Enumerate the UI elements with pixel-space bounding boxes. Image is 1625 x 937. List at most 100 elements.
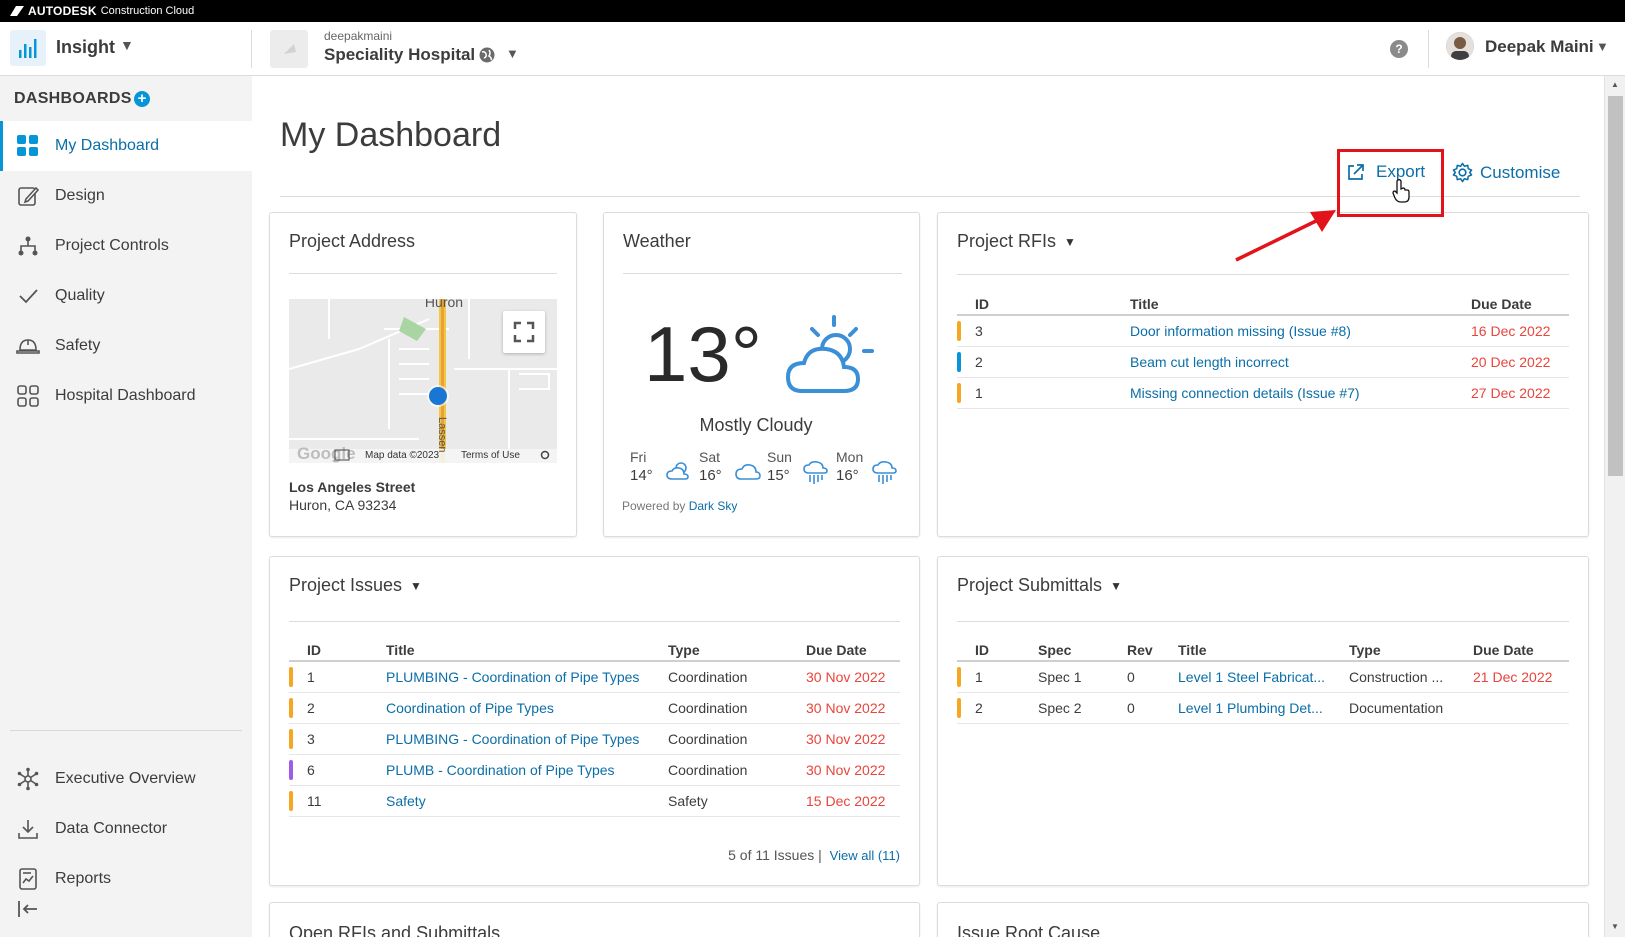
view-all-link[interactable]: View all (11) xyxy=(830,848,900,863)
rfi-title-link[interactable]: Door information missing (Issue #8) xyxy=(1130,315,1471,347)
column-header[interactable]: Title xyxy=(1130,293,1471,316)
card-title: Weather xyxy=(623,231,691,251)
issue-type: Coordination xyxy=(668,754,806,786)
divider xyxy=(10,730,242,731)
chevron-down-icon[interactable]: ▼ xyxy=(120,37,134,53)
sidebar-item-executive-overview[interactable]: Executive Overview xyxy=(0,754,252,804)
table-row[interactable]: 1 PLUMBING - Coordination of Pipe Types … xyxy=(289,661,900,693)
collapse-sidebar-icon[interactable] xyxy=(17,898,39,925)
download-icon xyxy=(16,817,40,841)
column-header[interactable]: Type xyxy=(668,639,806,662)
customise-button[interactable]: Customise xyxy=(1452,162,1560,183)
app-header: Insight ▼ deepakmaini Speciality Hospita… xyxy=(0,22,1625,76)
rfi-due-date: 20 Dec 2022 xyxy=(1471,346,1569,378)
sidebar-item-project-controls[interactable]: Project Controls xyxy=(0,221,252,271)
column-header[interactable]: ID xyxy=(975,293,1130,316)
column-header[interactable]: Spec xyxy=(1038,639,1127,662)
issues-count: 5 of 11 Issues | xyxy=(728,847,822,863)
column-header[interactable]: Due Date xyxy=(1471,293,1569,316)
status-flag xyxy=(957,697,961,718)
issues-title-dropdown[interactable]: Project Issues ▼ xyxy=(289,575,422,596)
scrollbar-thumb[interactable] xyxy=(1608,96,1623,476)
vertical-scrollbar[interactable]: ▲ ▼ xyxy=(1604,76,1625,937)
rain-icon xyxy=(803,461,828,484)
weather-condition: Mostly Cloudy xyxy=(699,415,813,435)
sidebar-item-data-connector[interactable]: Data Connector xyxy=(0,804,252,854)
submittal-rev: 0 xyxy=(1127,661,1178,693)
app-switcher-label[interactable]: Insight xyxy=(56,37,115,58)
user-menu[interactable]: Deepak Maini xyxy=(1485,37,1594,57)
chevron-down-icon[interactable]: ▼ xyxy=(1596,39,1609,54)
rfis-title-dropdown[interactable]: Project RFIs ▼ xyxy=(957,231,1076,252)
sidebar-item-quality[interactable]: Quality xyxy=(0,271,252,321)
table-row[interactable]: 11 Safety Safety 15 Dec 2022 xyxy=(289,785,900,817)
divider xyxy=(251,30,252,68)
sidebar-item-my-dashboard[interactable]: My Dashboard xyxy=(0,121,252,171)
submittal-title-link[interactable]: Level 1 Plumbing Det... xyxy=(1178,692,1349,724)
map[interactable]: Huron Lassen Google Map data ©2023 Terms… xyxy=(289,299,557,463)
issue-title-link[interactable]: PLUMBING - Coordination of Pipe Types xyxy=(386,723,668,755)
status-flag xyxy=(289,759,293,780)
sidebar-item-label: Design xyxy=(55,187,105,204)
sidebar-item-safety[interactable]: Safety xyxy=(0,321,252,371)
table-row[interactable]: 3 PLUMBING - Coordination of Pipe Types … xyxy=(289,723,900,755)
sidebar-item-design[interactable]: Design xyxy=(0,171,252,221)
project-selector[interactable]: Speciality Hospital xyxy=(324,45,475,65)
avatar[interactable] xyxy=(1446,32,1474,60)
table-row[interactable]: 1 Spec 1 0 Level 1 Steel Fabricat... Con… xyxy=(957,661,1569,693)
project-thumbnail[interactable] xyxy=(270,30,308,68)
table-row[interactable]: 2 Beam cut length incorrect 20 Dec 2022 xyxy=(957,346,1569,378)
divider xyxy=(289,621,900,622)
brand-bar: AUTODESK Construction Cloud xyxy=(0,0,1625,22)
scroll-up-icon[interactable]: ▲ xyxy=(1611,80,1619,89)
add-dashboard-icon[interactable]: + xyxy=(134,91,150,107)
status-flag xyxy=(957,351,961,372)
column-header[interactable]: Rev xyxy=(1127,639,1178,662)
table-row[interactable]: 2 Coordination of Pipe Types Coordinatio… xyxy=(289,692,900,724)
page-title: My Dashboard xyxy=(280,116,502,154)
issue-title-link[interactable]: PLUMB - Coordination of Pipe Types xyxy=(386,754,668,786)
scroll-down-icon[interactable]: ▼ xyxy=(1611,922,1619,931)
hand-cursor-icon xyxy=(1392,179,1410,203)
column-header[interactable]: Title xyxy=(386,639,668,662)
column-header[interactable]: Title xyxy=(1178,639,1349,662)
map-label-street: Lassen xyxy=(436,417,448,452)
sidebar-item-hospital-dashboard[interactable]: Hospital Dashboard xyxy=(0,371,252,421)
fullscreen-icon[interactable] xyxy=(503,311,545,353)
caret-down-icon: ▼ xyxy=(1110,578,1122,593)
column-header[interactable]: ID xyxy=(307,639,386,662)
network-icon xyxy=(16,767,40,791)
rfi-title-link[interactable]: Beam cut length incorrect xyxy=(1130,346,1471,378)
rfi-id: 3 xyxy=(975,315,1130,347)
grid-icon xyxy=(16,134,40,158)
rain-icon xyxy=(872,461,897,484)
rfi-title-link[interactable]: Missing connection details (Issue #7) xyxy=(1130,377,1471,409)
chevron-down-icon[interactable]: ▼ xyxy=(506,46,519,61)
submittal-type: Construction ... xyxy=(1349,661,1473,693)
sidebar-item-reports[interactable]: Reports xyxy=(0,854,252,904)
status-flag xyxy=(957,320,961,341)
globe-icon xyxy=(479,47,495,63)
submittal-id: 2 xyxy=(975,692,1038,724)
table-header: ID Title Due Date xyxy=(957,293,1569,316)
column-header[interactable]: Type xyxy=(1349,639,1473,662)
table-row[interactable]: 3 Door information missing (Issue #8) 16… xyxy=(957,315,1569,347)
table-row[interactable]: 2 Spec 2 0 Level 1 Plumbing Det... Docum… xyxy=(957,692,1569,724)
table-row[interactable]: 6 PLUMB - Coordination of Pipe Types Coo… xyxy=(289,754,900,786)
help-icon[interactable]: ? xyxy=(1390,40,1408,58)
table-row[interactable]: 1 Missing connection details (Issue #7) … xyxy=(957,377,1569,409)
issue-title-link[interactable]: Safety xyxy=(386,785,668,817)
issue-title-link[interactable]: PLUMBING - Coordination of Pipe Types xyxy=(386,661,668,693)
issues-table: ID Title Type Due Date 1 PLUMBING - Coor… xyxy=(289,639,900,817)
map-label-huron: Huron xyxy=(425,299,463,310)
column-header[interactable]: Due Date xyxy=(806,639,900,662)
dark-sky-link[interactable]: Dark Sky xyxy=(689,499,738,513)
insight-app-icon[interactable] xyxy=(10,30,46,66)
column-header[interactable]: ID xyxy=(975,639,1038,662)
column-header[interactable]: Due Date xyxy=(1473,639,1569,662)
issue-due-date: 15 Dec 2022 xyxy=(806,785,900,817)
divider xyxy=(957,621,1569,622)
submittals-title-dropdown[interactable]: Project Submittals ▼ xyxy=(957,575,1122,596)
issue-title-link[interactable]: Coordination of Pipe Types xyxy=(386,692,668,724)
submittal-title-link[interactable]: Level 1 Steel Fabricat... xyxy=(1178,661,1349,693)
